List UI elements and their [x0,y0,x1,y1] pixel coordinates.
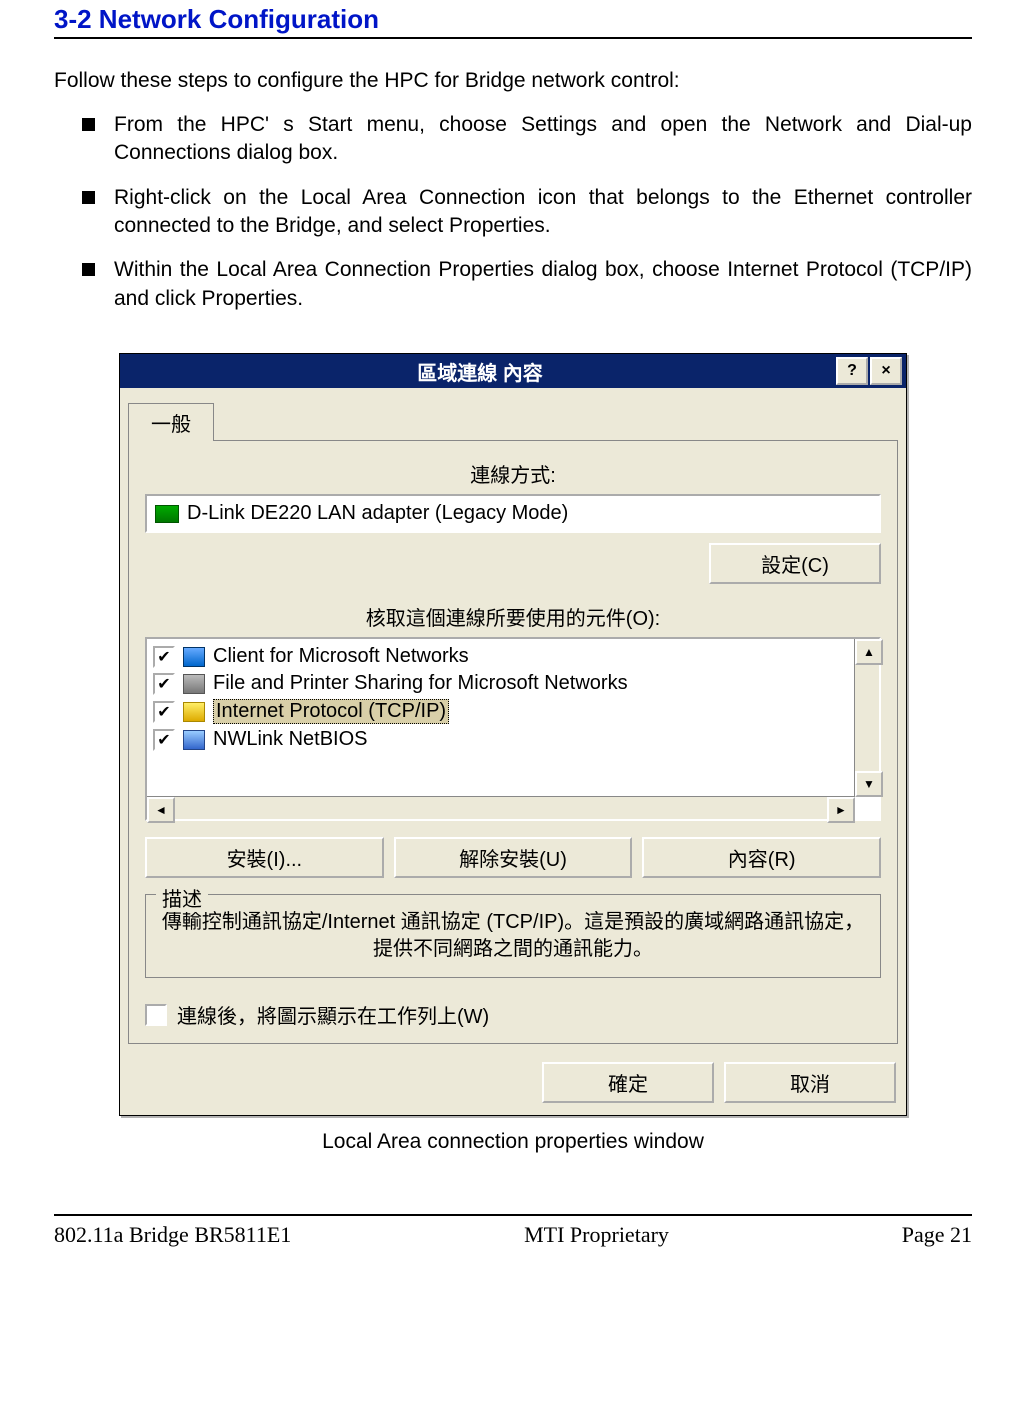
components-list[interactable]: ✔ Client for Microsoft Networks ✔ File a… [147,639,853,797]
printer-icon [183,674,205,694]
component-item[interactable]: ✔ Client for Microsoft Networks [151,643,849,670]
footer-right: Page 21 [902,1222,972,1248]
properties-button[interactable]: 內容(R) [642,837,881,878]
ok-button[interactable]: 確定 [542,1062,714,1103]
tab-bar: 一般 [120,394,906,440]
footer-left: 802.11a Bridge BR5811E1 [54,1222,291,1248]
adapter-field: D-Link DE220 LAN adapter (Legacy Mode) [145,494,881,533]
component-item[interactable]: ✔ NWLink NetBIOS [151,726,849,753]
nic-icon [155,505,179,523]
checkbox-icon[interactable]: ✔ [153,729,175,751]
component-label: File and Printer Sharing for Microsoft N… [213,672,628,695]
tab-general[interactable]: 一般 [128,403,214,441]
figure-caption: Local Area connection properties window [54,1130,972,1154]
description-text: 傳輸控制通訊協定/Internet 通訊協定 (TCP/IP)。這是預設的廣域網… [158,909,868,963]
component-label-selected: Internet Protocol (TCP/IP) [213,699,449,724]
scroll-left-icon[interactable]: ◄ [147,797,175,823]
components-box: ✔ Client for Microsoft Networks ✔ File a… [145,637,881,821]
monitor-icon [183,647,205,667]
vertical-scrollbar[interactable]: ▲ ▼ [854,639,879,797]
install-button[interactable]: 安裝(I)... [145,837,384,878]
page-footer: 802.11a Bridge BR5811E1 MTI Proprietary … [54,1216,972,1268]
component-item[interactable]: ✔ File and Printer Sharing for Microsoft… [151,670,849,697]
close-button[interactable]: × [870,357,902,385]
component-buttons: 安裝(I)... 解除安裝(U) 內容(R) [145,837,881,878]
scroll-up-icon[interactable]: ▲ [855,639,883,665]
show-icon-label: 連線後，將圖示顯示在工作列上(W) [177,1000,489,1029]
horizontal-scrollbar[interactable]: ◄ ► [147,796,855,819]
dialog-title: 區域連線 內容 [126,357,834,386]
description-group: 描述 傳輸控制通訊協定/Internet 通訊協定 (TCP/IP)。這是預設的… [145,894,881,978]
uninstall-button[interactable]: 解除安裝(U) [394,837,633,878]
step-item: Right-click on the Local Area Connection… [54,184,972,241]
show-icon-row[interactable]: 連線後，將圖示顯示在工作列上(W) [145,1000,881,1029]
dialog-buttons: 確定 取消 [120,1052,906,1115]
dialog-titlebar: 區域連線 內容 ? × [120,354,906,388]
configure-button[interactable]: 設定(C) [709,543,881,584]
checkbox-icon[interactable] [145,1004,167,1026]
step-item: From the HPC' s Start menu, choose Setti… [54,111,972,168]
description-group-title: 描述 [156,883,208,912]
step-item: Within the Local Area Connection Propert… [54,256,972,313]
steps-list: From the HPC' s Start menu, choose Setti… [54,111,972,313]
component-label: NWLink NetBIOS [213,728,367,751]
adapter-name: D-Link DE220 LAN adapter (Legacy Mode) [187,502,568,525]
properties-dialog: 區域連線 內容 ? × 一般 連線方式: D-Link DE220 LAN ad… [119,353,907,1116]
help-button[interactable]: ? [836,357,868,385]
checkbox-icon[interactable]: ✔ [153,673,175,695]
scroll-down-icon[interactable]: ▼ [855,771,883,797]
figure: 區域連線 內容 ? × 一般 連線方式: D-Link DE220 LAN ad… [54,353,972,1154]
cancel-button[interactable]: 取消 [724,1062,896,1103]
component-item[interactable]: ✔ Internet Protocol (TCP/IP) [151,697,849,726]
checkbox-icon[interactable]: ✔ [153,646,175,668]
label-connect-using: 連線方式: [145,459,881,488]
network-icon [183,702,205,722]
component-label: Client for Microsoft Networks [213,645,469,668]
footer-center: MTI Proprietary [524,1222,669,1248]
network-icon [183,730,205,750]
dialog-panel: 連線方式: D-Link DE220 LAN adapter (Legacy M… [128,440,898,1044]
section-heading: 3-2 Network Configuration [54,0,972,39]
checkbox-icon[interactable]: ✔ [153,701,175,723]
label-components: 核取這個連線所要使用的元件(O): [145,602,881,631]
intro-text: Follow these steps to configure the HPC … [54,69,972,93]
scroll-right-icon[interactable]: ► [827,797,855,823]
